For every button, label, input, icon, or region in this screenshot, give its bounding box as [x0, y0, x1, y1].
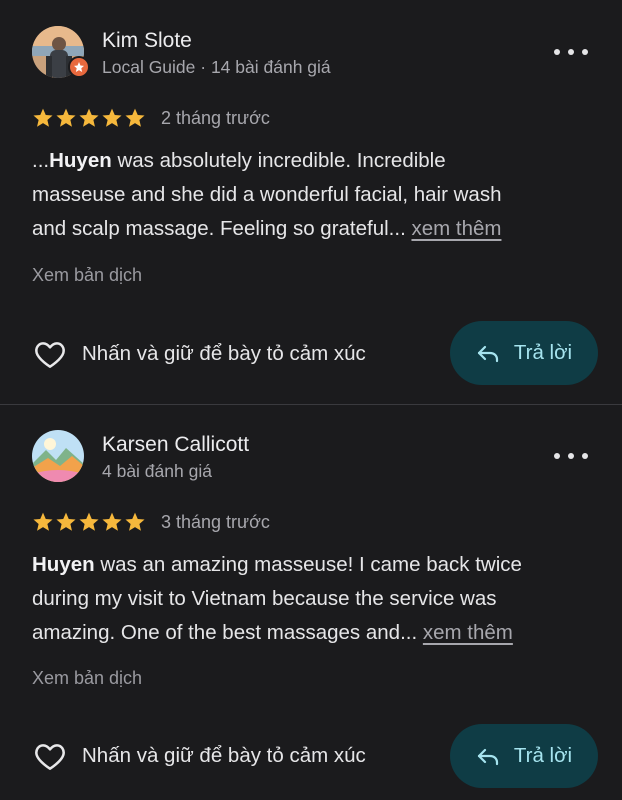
react-label: Nhấn và giữ để bày tỏ cảm xúc	[82, 342, 366, 365]
review-card: Kim Slote Local Guide · 14 bài đánh giá …	[0, 0, 622, 404]
review-header: Karsen Callicott 4 bài đánh giá	[32, 430, 592, 486]
star-icon	[102, 512, 122, 531]
rating-row: 2 tháng trước	[32, 106, 270, 130]
more-options-icon[interactable]	[554, 44, 588, 60]
review-text-line: Huyen was an amazing masseuse! I came ba…	[32, 553, 522, 576]
review-text-line: ...Huyen was absolutely incredible. Incr…	[32, 149, 446, 172]
translate-link[interactable]: Xem bản dịch	[32, 668, 142, 689]
review-text: Huyen was an amazing masseuse! I came ba…	[32, 548, 592, 650]
reply-arrow-icon	[477, 748, 498, 766]
review-text-line: during my visit to Vietnam because the s…	[32, 587, 497, 610]
review-header: Kim Slote Local Guide · 14 bài đánh giá	[32, 26, 592, 82]
see-more-link[interactable]: xem thêm	[411, 217, 501, 240]
review-text-line: and scalp massage. Feeling so grateful..…	[32, 217, 502, 240]
react-button[interactable]: Nhấn và giữ để bày tỏ cảm xúc	[34, 338, 366, 370]
review-text-line: masseuse and she did a wonderful facial,…	[32, 183, 502, 206]
reply-arrow-icon	[477, 345, 498, 363]
see-more-link[interactable]: xem thêm	[423, 621, 513, 644]
reply-label: Trả lời	[513, 341, 573, 364]
react-label: Nhấn và giữ để bày tỏ cảm xúc	[82, 744, 366, 767]
reply-button[interactable]: Trả lời	[450, 321, 598, 385]
react-button[interactable]: Nhấn và giữ để bày tỏ cảm xúc	[34, 740, 366, 772]
heart-icon	[35, 342, 65, 368]
local-guide-star-icon	[68, 56, 90, 78]
avatar[interactable]	[32, 430, 84, 482]
review-card: Karsen Callicott 4 bài đánh giá 3 tháng …	[0, 404, 622, 800]
review-text-line: amazing. One of the best massages and...…	[32, 621, 513, 644]
star-icon	[56, 108, 76, 127]
reviewer-meta: Local Guide · 14 bài đánh giá	[102, 57, 331, 77]
star-icon	[33, 108, 53, 127]
star-icon	[79, 108, 99, 127]
review-time: 3 tháng trước	[161, 511, 270, 532]
rating-row: 3 tháng trước	[32, 510, 270, 534]
reviewer-meta: 4 bài đánh giá	[102, 461, 212, 481]
reviewer-name[interactable]: Kim Slote	[102, 29, 192, 53]
star-icon	[33, 512, 53, 531]
star-rating	[32, 511, 146, 533]
star-icon	[125, 108, 145, 127]
more-options-icon[interactable]	[554, 448, 588, 464]
review-time: 2 tháng trước	[161, 107, 270, 128]
reply-button[interactable]: Trả lời	[450, 724, 598, 788]
star-icon	[102, 108, 122, 127]
star-rating	[32, 107, 146, 129]
star-icon	[56, 512, 76, 531]
star-icon	[79, 512, 99, 531]
star-icon	[125, 512, 145, 531]
reviewer-name[interactable]: Karsen Callicott	[102, 433, 249, 457]
translate-link[interactable]: Xem bản dịch	[32, 265, 142, 286]
reply-label: Trả lời	[513, 744, 573, 767]
review-text: ...Huyen was absolutely incredible. Incr…	[32, 144, 592, 246]
heart-icon	[35, 744, 65, 770]
